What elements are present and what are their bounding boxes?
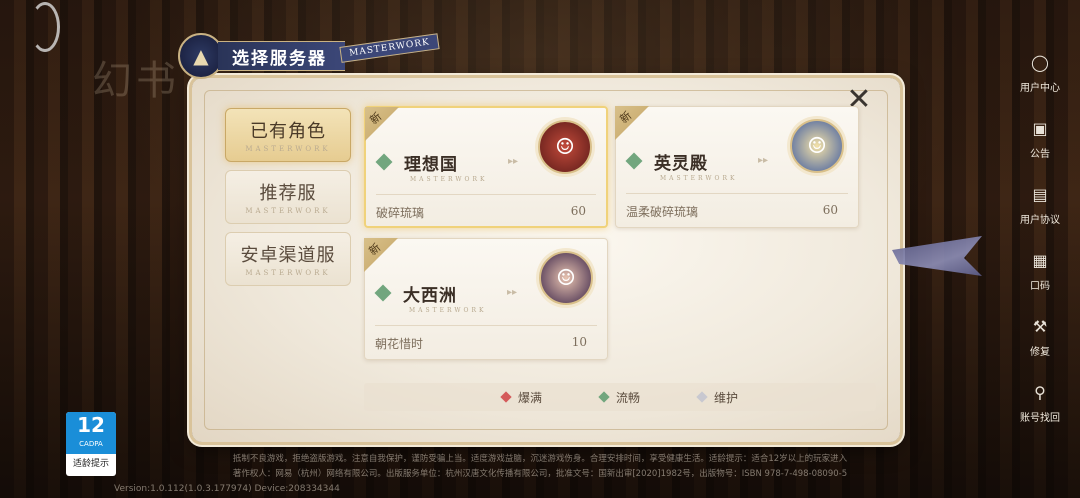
nav-label: 账号找回	[1020, 412, 1060, 424]
status-diamond-icon	[374, 284, 392, 302]
tab-sub: MASTERWORK	[245, 269, 331, 277]
server-sub: MASTERWORK	[409, 307, 487, 314]
nav-label: 用户协议	[1020, 214, 1060, 226]
nav-label: 用户中心	[1020, 82, 1060, 94]
arrow-icon: ▸▸	[508, 156, 519, 167]
tab-label: 安卓渠道服	[240, 245, 336, 266]
new-badge: 新	[615, 106, 649, 140]
server-card[interactable]: 新 英灵殿 ▸▸ MASTERWORK ☺ 温柔破碎琉璃 60	[615, 106, 859, 228]
nav-repair[interactable]: ⚒ 修复	[1000, 304, 1080, 370]
nav-label: 修复	[1030, 346, 1050, 358]
page-title: 选择服务器	[218, 41, 345, 71]
nav-user-center[interactable]: ◯ 用户中心	[1000, 40, 1080, 106]
server-sub: MASTERWORK	[410, 176, 488, 183]
document-icon: ▤	[1032, 184, 1048, 204]
server-card[interactable]: 新 大西洲 ▸▸ MASTERWORK ☺ 朝花惜时 10	[364, 238, 608, 360]
age-number: 12	[77, 413, 105, 437]
tab-recommended[interactable]: 推荐服 MASTERWORK	[225, 170, 351, 224]
back-button[interactable]	[30, 2, 60, 52]
server-sub: MASTERWORK	[660, 175, 738, 182]
divider	[626, 193, 848, 194]
arrow-icon: ▸▸	[507, 287, 518, 298]
server-name: 英灵殿	[654, 154, 708, 174]
tab-android-channel[interactable]: 安卓渠道服 MASTERWORK	[225, 232, 351, 286]
status-legend: 爆满 流畅 维护	[364, 383, 876, 411]
character-avatar: ☺	[539, 251, 593, 305]
repair-icon: ⚒	[1032, 316, 1048, 336]
legend-maintenance: 维护	[696, 389, 739, 406]
status-full-icon	[500, 391, 512, 403]
status-smooth-icon	[598, 391, 610, 403]
divider	[375, 325, 597, 326]
server-name: 大西洲	[403, 286, 457, 306]
server-name: 理想国	[404, 155, 458, 175]
account-recover-icon: ⚲	[1034, 382, 1046, 402]
game-logo: 幻书	[92, 58, 180, 104]
status-maintenance-icon	[696, 391, 708, 403]
right-nav: ◯ 用户中心 ▣ 公告 ▤ 用户协议 ▦ 口码 ⚒ 修复 ⚲ 账号找回	[1000, 40, 1080, 436]
tab-label: 已有角色	[250, 121, 326, 142]
legend-label: 爆满	[517, 390, 542, 405]
nav-account-recover[interactable]: ⚲ 账号找回	[1000, 370, 1080, 436]
footer-notice: 抵制不良游戏，拒绝盗版游戏。注意自我保护，谨防受骗上当。适度游戏益脑，沉迷游戏伤…	[232, 454, 848, 464]
server-card[interactable]: 新 理想国 ▸▸ MASTERWORK ☺ 破碎琉璃 60	[364, 106, 608, 228]
legend-label: 维护	[714, 390, 739, 405]
nav-user-agreement[interactable]: ▤ 用户协议	[1000, 172, 1080, 238]
status-diamond-icon	[625, 152, 643, 170]
character-level: 60	[570, 204, 586, 218]
code-icon: ▦	[1032, 250, 1048, 270]
new-badge: 新	[365, 107, 399, 141]
nav-code[interactable]: ▦ 口码	[1000, 238, 1080, 304]
legend-smooth: 流畅	[598, 389, 640, 406]
character-name: 朝花惜时	[375, 337, 424, 351]
legend-full: 爆满	[500, 389, 542, 406]
character-avatar: ☺	[790, 119, 844, 173]
nav-notice[interactable]: ▣ 公告	[1000, 106, 1080, 172]
character-level: 10	[571, 335, 587, 349]
character-name: 破碎琉璃	[376, 206, 425, 220]
arrow-icon: ▸▸	[758, 155, 769, 166]
age-org: CADPA	[79, 440, 103, 448]
divider	[376, 194, 596, 195]
new-badge: 新	[364, 238, 398, 272]
status-diamond-icon	[375, 153, 393, 171]
tab-existing-characters[interactable]: 已有角色 MASTERWORK	[225, 108, 351, 162]
tab-sub: MASTERWORK	[245, 145, 331, 153]
tab-sub: MASTERWORK	[245, 207, 331, 215]
nav-label: 公告	[1030, 148, 1050, 160]
character-name: 温柔破碎琉璃	[626, 205, 699, 219]
legend-label: 流畅	[615, 390, 640, 405]
user-icon: ◯	[1031, 52, 1049, 72]
footer-copyright: 著作权人：网易（杭州）网络有限公司。出版服务单位：杭州汉唐文化传播有限公司，批准…	[232, 469, 848, 479]
character-level: 60	[822, 203, 838, 217]
nav-label: 口码	[1030, 280, 1050, 292]
version-info: Version:1.0.112(1.0.3.177974) Device:208…	[114, 484, 340, 494]
tab-label: 推荐服	[259, 183, 317, 204]
character-avatar: ☺	[538, 120, 592, 174]
notice-icon: ▣	[1032, 118, 1048, 138]
